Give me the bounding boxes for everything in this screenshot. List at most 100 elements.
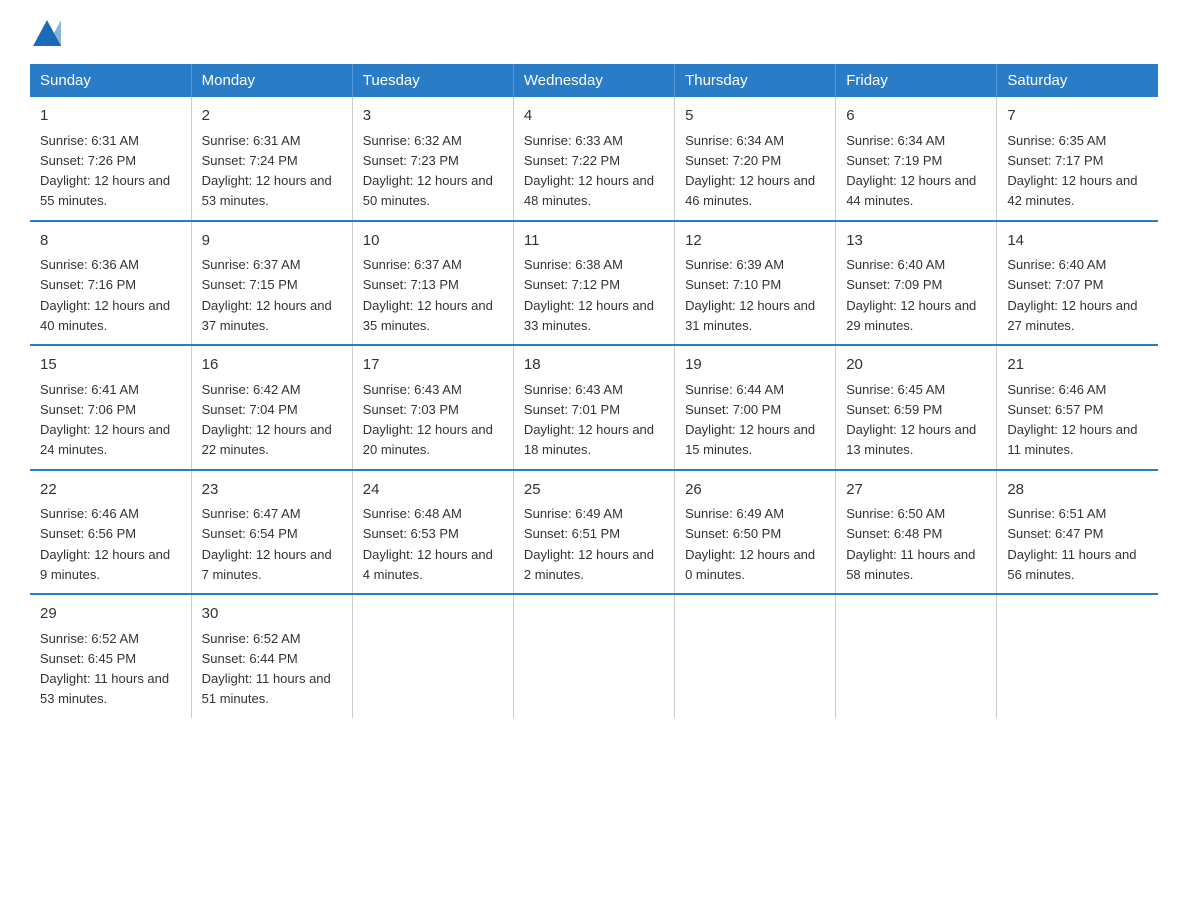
calendar-cell: 9Sunrise: 6:37 AMSunset: 7:15 PMDaylight…	[191, 221, 352, 346]
calendar-cell	[513, 594, 674, 718]
day-info: Sunrise: 6:49 AMSunset: 6:51 PMDaylight:…	[524, 506, 654, 582]
day-number: 7	[1007, 105, 1148, 128]
calendar-cell: 15 Sunrise: 6:41 AMSunset: 7:06 PMDayligh…	[30, 345, 191, 470]
day-number: 8	[40, 230, 181, 253]
day-number: 2	[202, 105, 342, 128]
calendar-cell: 12Sunrise: 6:39 AMSunset: 7:10 PMDayligh…	[675, 221, 836, 346]
calendar-cell: 10 Sunrise: 6:37 AMSunset: 7:13 PMDayligh…	[352, 221, 513, 346]
calendar-cell: 13 Sunrise: 6:40 AMSunset: 7:09 PMDayligh…	[836, 221, 997, 346]
day-number: 29	[40, 603, 181, 626]
calendar-cell: 7 Sunrise: 6:35 AMSunset: 7:17 PMDaylight…	[997, 97, 1158, 221]
calendar-cell: 20Sunrise: 6:45 AMSunset: 6:59 PMDayligh…	[836, 345, 997, 470]
day-number: 15	[40, 354, 181, 377]
day-info: Sunrise: 6:31 AMSunset: 7:24 PMDaylight:…	[202, 133, 332, 209]
calendar-cell: 30 Sunrise: 6:52 AMSunset: 6:44 PMDayligh…	[191, 594, 352, 718]
calendar-week-row: 22 Sunrise: 6:46 AMSunset: 6:56 PMDayligh…	[30, 470, 1158, 595]
day-info: Sunrise: 6:37 AMSunset: 7:13 PMDaylight:…	[363, 257, 493, 333]
day-info: Sunrise: 6:34 AMSunset: 7:20 PMDaylight:…	[685, 133, 815, 209]
day-number: 20	[846, 354, 986, 377]
calendar-cell: 17 Sunrise: 6:43 AMSunset: 7:03 PMDayligh…	[352, 345, 513, 470]
calendar-cell: 28Sunrise: 6:51 AMSunset: 6:47 PMDayligh…	[997, 470, 1158, 595]
day-number: 6	[846, 105, 986, 128]
calendar-cell: 8Sunrise: 6:36 AMSunset: 7:16 PMDaylight…	[30, 221, 191, 346]
calendar-header-row: SundayMondayTuesdayWednesdayThursdayFrid…	[30, 64, 1158, 97]
day-header-tuesday: Tuesday	[352, 64, 513, 97]
day-info: Sunrise: 6:41 AMSunset: 7:06 PMDaylight:…	[40, 382, 170, 458]
day-header-sunday: Sunday	[30, 64, 191, 97]
calendar-cell: 21 Sunrise: 6:46 AMSunset: 6:57 PMDayligh…	[997, 345, 1158, 470]
calendar-cell: 14 Sunrise: 6:40 AMSunset: 7:07 PMDayligh…	[997, 221, 1158, 346]
day-info: Sunrise: 6:52 AMSunset: 6:45 PMDaylight:…	[40, 631, 169, 707]
calendar-week-row: 8Sunrise: 6:36 AMSunset: 7:16 PMDaylight…	[30, 221, 1158, 346]
day-number: 23	[202, 479, 342, 502]
day-info: Sunrise: 6:43 AMSunset: 7:03 PMDaylight:…	[363, 382, 493, 458]
day-number: 27	[846, 479, 986, 502]
day-number: 11	[524, 230, 664, 253]
day-number: 4	[524, 105, 664, 128]
logo-triangle-icon	[33, 20, 61, 46]
day-header-monday: Monday	[191, 64, 352, 97]
day-number: 13	[846, 230, 986, 253]
day-info: Sunrise: 6:40 AMSunset: 7:09 PMDaylight:…	[846, 257, 976, 333]
calendar-cell: 27 Sunrise: 6:50 AMSunset: 6:48 PMDayligh…	[836, 470, 997, 595]
day-number: 26	[685, 479, 825, 502]
day-info: Sunrise: 6:50 AMSunset: 6:48 PMDaylight:…	[846, 506, 975, 582]
calendar-cell: 4 Sunrise: 6:33 AMSunset: 7:22 PMDaylight…	[513, 97, 674, 221]
day-info: Sunrise: 6:37 AMSunset: 7:15 PMDaylight:…	[202, 257, 332, 333]
day-info: Sunrise: 6:46 AMSunset: 6:57 PMDaylight:…	[1007, 382, 1137, 458]
day-number: 14	[1007, 230, 1148, 253]
day-number: 18	[524, 354, 664, 377]
calendar-cell: 24 Sunrise: 6:48 AMSunset: 6:53 PMDayligh…	[352, 470, 513, 595]
calendar-cell	[997, 594, 1158, 718]
day-info: Sunrise: 6:32 AMSunset: 7:23 PMDaylight:…	[363, 133, 493, 209]
calendar-cell	[675, 594, 836, 718]
calendar-cell: 19 Sunrise: 6:44 AMSunset: 7:00 PMDayligh…	[675, 345, 836, 470]
day-info: Sunrise: 6:52 AMSunset: 6:44 PMDaylight:…	[202, 631, 331, 707]
calendar-cell	[836, 594, 997, 718]
calendar-table: SundayMondayTuesdayWednesdayThursdayFrid…	[30, 64, 1158, 718]
day-info: Sunrise: 6:35 AMSunset: 7:17 PMDaylight:…	[1007, 133, 1137, 209]
day-info: Sunrise: 6:31 AMSunset: 7:26 PMDaylight:…	[40, 133, 170, 209]
day-info: Sunrise: 6:42 AMSunset: 7:04 PMDaylight:…	[202, 382, 332, 458]
day-number: 5	[685, 105, 825, 128]
calendar-cell	[352, 594, 513, 718]
calendar-cell: 2 Sunrise: 6:31 AMSunset: 7:24 PMDaylight…	[191, 97, 352, 221]
day-number: 30	[202, 603, 342, 626]
day-info: Sunrise: 6:51 AMSunset: 6:47 PMDaylight:…	[1007, 506, 1136, 582]
day-header-friday: Friday	[836, 64, 997, 97]
logo	[30, 20, 61, 46]
day-info: Sunrise: 6:44 AMSunset: 7:00 PMDaylight:…	[685, 382, 815, 458]
day-info: Sunrise: 6:33 AMSunset: 7:22 PMDaylight:…	[524, 133, 654, 209]
day-number: 22	[40, 479, 181, 502]
day-number: 17	[363, 354, 503, 377]
day-info: Sunrise: 6:49 AMSunset: 6:50 PMDaylight:…	[685, 506, 815, 582]
day-number: 16	[202, 354, 342, 377]
calendar-week-row: 15 Sunrise: 6:41 AMSunset: 7:06 PMDayligh…	[30, 345, 1158, 470]
calendar-cell: 1Sunrise: 6:31 AMSunset: 7:26 PMDaylight…	[30, 97, 191, 221]
day-number: 24	[363, 479, 503, 502]
calendar-cell: 3Sunrise: 6:32 AMSunset: 7:23 PMDaylight…	[352, 97, 513, 221]
calendar-cell: 23 Sunrise: 6:47 AMSunset: 6:54 PMDayligh…	[191, 470, 352, 595]
day-info: Sunrise: 6:46 AMSunset: 6:56 PMDaylight:…	[40, 506, 170, 582]
calendar-cell: 11 Sunrise: 6:38 AMSunset: 7:12 PMDayligh…	[513, 221, 674, 346]
calendar-cell: 25 Sunrise: 6:49 AMSunset: 6:51 PMDayligh…	[513, 470, 674, 595]
day-header-saturday: Saturday	[997, 64, 1158, 97]
day-number: 12	[685, 230, 825, 253]
calendar-week-row: 29 Sunrise: 6:52 AMSunset: 6:45 PMDayligh…	[30, 594, 1158, 718]
day-number: 19	[685, 354, 825, 377]
day-info: Sunrise: 6:47 AMSunset: 6:54 PMDaylight:…	[202, 506, 332, 582]
calendar-week-row: 1Sunrise: 6:31 AMSunset: 7:26 PMDaylight…	[30, 97, 1158, 221]
day-header-thursday: Thursday	[675, 64, 836, 97]
day-info: Sunrise: 6:38 AMSunset: 7:12 PMDaylight:…	[524, 257, 654, 333]
day-info: Sunrise: 6:48 AMSunset: 6:53 PMDaylight:…	[363, 506, 493, 582]
calendar-cell: 18 Sunrise: 6:43 AMSunset: 7:01 PMDayligh…	[513, 345, 674, 470]
calendar-cell: 6Sunrise: 6:34 AMSunset: 7:19 PMDaylight…	[836, 97, 997, 221]
page-header	[30, 20, 1158, 46]
calendar-cell: 29 Sunrise: 6:52 AMSunset: 6:45 PMDayligh…	[30, 594, 191, 718]
day-number: 21	[1007, 354, 1148, 377]
day-info: Sunrise: 6:40 AMSunset: 7:07 PMDaylight:…	[1007, 257, 1137, 333]
calendar-cell: 22 Sunrise: 6:46 AMSunset: 6:56 PMDayligh…	[30, 470, 191, 595]
day-info: Sunrise: 6:43 AMSunset: 7:01 PMDaylight:…	[524, 382, 654, 458]
day-number: 10	[363, 230, 503, 253]
day-number: 25	[524, 479, 664, 502]
